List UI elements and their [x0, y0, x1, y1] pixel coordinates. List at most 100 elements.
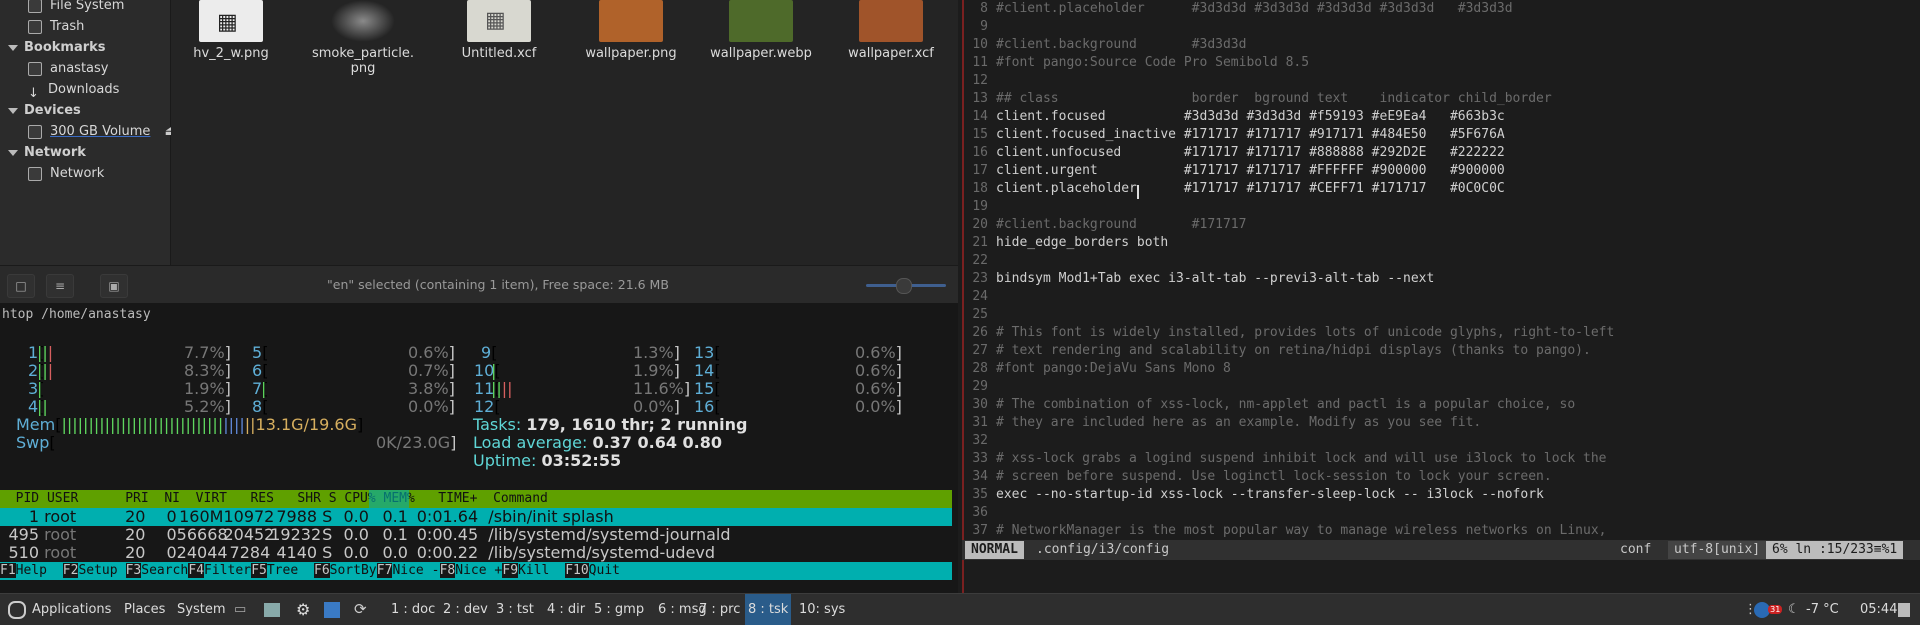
- hide-sidebar-button[interactable]: ▣: [100, 274, 128, 298]
- file-item[interactable]: ▦ Untitled.xcf: [439, 0, 559, 61]
- line-number: 25: [972, 307, 988, 322]
- sidebar-heading-bookmarks[interactable]: Bookmarks: [8, 38, 106, 58]
- code-line[interactable]: ## class border bground text indicator c…: [996, 91, 1552, 106]
- sidebar-item-network[interactable]: Network: [28, 164, 104, 184]
- code-line[interactable]: # screen before suspend. Use loginctl lo…: [996, 469, 1552, 484]
- folder-view-button[interactable]: □: [7, 274, 35, 298]
- file-item[interactable]: wallpaper.webp: [701, 0, 821, 61]
- vim-mode: NORMAL: [965, 541, 1024, 559]
- function-key-f8[interactable]: F8Nice +: [439, 562, 502, 580]
- code-line[interactable]: # text rendering and scalability on reti…: [996, 343, 1591, 358]
- code-line[interactable]: #client.placeholder #3d3d3d #3d3d3d #3d3…: [996, 1, 1513, 16]
- file-item[interactable]: wallpaper.xcf: [831, 0, 951, 61]
- cpu-percent: 0.0%]: [633, 397, 680, 416]
- process-ni: 0: [166, 543, 177, 562]
- workspace-9[interactable]: 10: sys: [796, 594, 848, 625]
- code-line[interactable]: client.focused_inactive #171717 #171717 …: [996, 127, 1505, 142]
- code-line[interactable]: hide_edge_borders both: [996, 235, 1168, 250]
- file-item[interactable]: smoke_particle. png: [303, 0, 423, 76]
- app-launcher-icon[interactable]: [324, 594, 340, 625]
- taskbar: Applications Places System ▭ ⚙ ⟳ ⋮ 31 ☾ …: [0, 593, 1920, 625]
- sidebar-item-anastasy[interactable]: anastasy: [28, 59, 108, 79]
- code-line[interactable]: # NetworkManager is the most popular way…: [996, 523, 1606, 538]
- code-line[interactable]: bindsym Mod1+Tab exec i3-alt-tab --previ…: [996, 271, 1434, 286]
- places-menu[interactable]: Places: [124, 594, 165, 625]
- file-item[interactable]: ▦ hv_2_w.png: [171, 0, 291, 61]
- process-mem: 0.0: [382, 543, 408, 562]
- sidebar-heading-devices[interactable]: Devices: [8, 101, 81, 121]
- process-row[interactable]: 510 root 20 024044 7284 4140 S 0.0 0.0 0:00.22 …: [0, 544, 715, 562]
- function-key-f7[interactable]: F7Nice -: [376, 562, 439, 580]
- code-line[interactable]: # The combination of xss-lock, nm-applet…: [996, 397, 1575, 412]
- code-line[interactable]: # they are included here as an example. …: [996, 415, 1481, 430]
- function-key-f4[interactable]: F4Filter: [188, 562, 251, 580]
- code-line[interactable]: client.urgent #171717 #171717 #FFFFFF #9…: [996, 163, 1505, 178]
- file-item[interactable]: wallpaper.png: [571, 0, 691, 61]
- function-key-f1[interactable]: F1Help: [0, 562, 63, 580]
- process-time: 0:01.64: [416, 507, 479, 526]
- code-line[interactable]: # xss-lock grabs a logind suspend inhibi…: [996, 451, 1606, 466]
- code-line[interactable]: # This font is widely installed, provide…: [996, 325, 1614, 340]
- process-row[interactable]: 495 root 20 0566682045219232 S 0.0 0.1 0:00.4…: [0, 525, 730, 544]
- system-menu[interactable]: System: [177, 594, 225, 625]
- text-cursor-icon: [1137, 185, 1139, 199]
- zoom-slider-handle[interactable]: [896, 278, 912, 294]
- function-key-f5[interactable]: F5Tree: [251, 562, 314, 580]
- workspace-3[interactable]: 3 : tst: [493, 594, 537, 625]
- function-key-f9[interactable]: F9Kill: [502, 562, 565, 580]
- function-key-f2[interactable]: F2Setup: [62, 562, 126, 580]
- code-line[interactable]: #client.background #3d3d3d: [996, 37, 1246, 52]
- weather-moon-icon: ☾: [1788, 602, 1800, 617]
- zoom-slider[interactable]: [866, 278, 946, 294]
- screenshot-launcher-icon[interactable]: [264, 594, 280, 625]
- sidebar-item-downloads[interactable]: ↓ Downloads: [28, 80, 119, 101]
- code-line[interactable]: client.placeholder #171717 #171717 #CEFF…: [996, 181, 1505, 196]
- function-key-f6[interactable]: F6SortBy: [314, 562, 377, 580]
- process-ni: 0: [166, 525, 177, 544]
- process-res: 7284: [229, 543, 271, 562]
- process-table-header[interactable]: PID USER PRI NI VIRT RES SHR S CPU% MEM%…: [0, 490, 952, 508]
- workspace-5[interactable]: 5 : gmp: [591, 594, 647, 625]
- cpu-number: 15: [694, 379, 715, 398]
- vim-filetype: conf: [1620, 542, 1652, 557]
- line-number: 35: [972, 487, 988, 502]
- code-line[interactable]: #font pango:Source Code Pro Semibold 8.5: [996, 55, 1309, 70]
- file-thumbnail: ▦: [467, 0, 531, 42]
- function-key-bar: F1Help F2Setup F3Search F4Filter F5Tree F6…: [0, 562, 952, 580]
- weather-temperature[interactable]: -7 °C: [1806, 594, 1839, 625]
- code-line[interactable]: #client.background #171717: [996, 217, 1246, 232]
- code-line[interactable]: client.focused #3d3d3d #3d3d3d #f59193 #…: [996, 109, 1505, 124]
- applications-menu[interactable]: Applications: [8, 594, 111, 625]
- cpu-meter: 16[: [694, 397, 721, 416]
- clock[interactable]: 05:44: [1860, 594, 1897, 625]
- sidebar-item-file-system[interactable]: File System: [28, 0, 124, 16]
- function-key-f3[interactable]: F3Search: [125, 562, 188, 580]
- code-line[interactable]: exec --no-startup-id xss-lock --transfer…: [996, 487, 1544, 502]
- vim-editor[interactable]: 8 #client.placeholder #3d3d3d #3d3d3d #3d…: [962, 0, 1920, 593]
- workspace-4[interactable]: 4 : dir: [544, 594, 588, 625]
- terminal-launcher-icon[interactable]: ▭: [234, 594, 246, 625]
- cpu-usage-bar: |: [261, 379, 267, 398]
- code-line[interactable]: #font pango:DejaVu Sans Mono 8: [996, 361, 1231, 376]
- process-row[interactable]: 1 root 20 0 160M10972 7988 S 0.0 0.1 0:01.64 /s…: [0, 508, 614, 526]
- sidebar-heading-network[interactable]: Network: [8, 143, 86, 163]
- process-user: root: [44, 507, 77, 526]
- notification-tray-icon[interactable]: 31: [1754, 594, 1783, 625]
- settings-gear-icon[interactable]: ⚙: [296, 594, 310, 625]
- sidebar-item-trash[interactable]: Trash: [28, 17, 84, 37]
- workspace-2[interactable]: 2 : dev: [440, 594, 491, 625]
- line-number: 12: [972, 73, 988, 88]
- tree-view-button[interactable]: ≡: [46, 274, 74, 298]
- workspace-1[interactable]: 1 : doc: [388, 594, 438, 625]
- sidebar-item-volume[interactable]: 300 GB Volume ⏏: [28, 122, 177, 142]
- mem-value: 13.1G/19.6G: [255, 415, 357, 434]
- function-key-f10[interactable]: F10Quit: [565, 562, 620, 580]
- workspace-8[interactable]: 8 : tsk: [745, 594, 792, 625]
- show-desktop-button[interactable]: [1898, 594, 1910, 625]
- expander-icon: [8, 44, 18, 51]
- process-time: 0:00.22: [416, 543, 479, 562]
- cpu-number: 13: [694, 343, 715, 362]
- workspace-7[interactable]: 7 : prc: [696, 594, 743, 625]
- refresh-icon[interactable]: ⟳: [354, 594, 367, 625]
- code-line[interactable]: client.unfocused #171717 #171717 #888888…: [996, 145, 1505, 160]
